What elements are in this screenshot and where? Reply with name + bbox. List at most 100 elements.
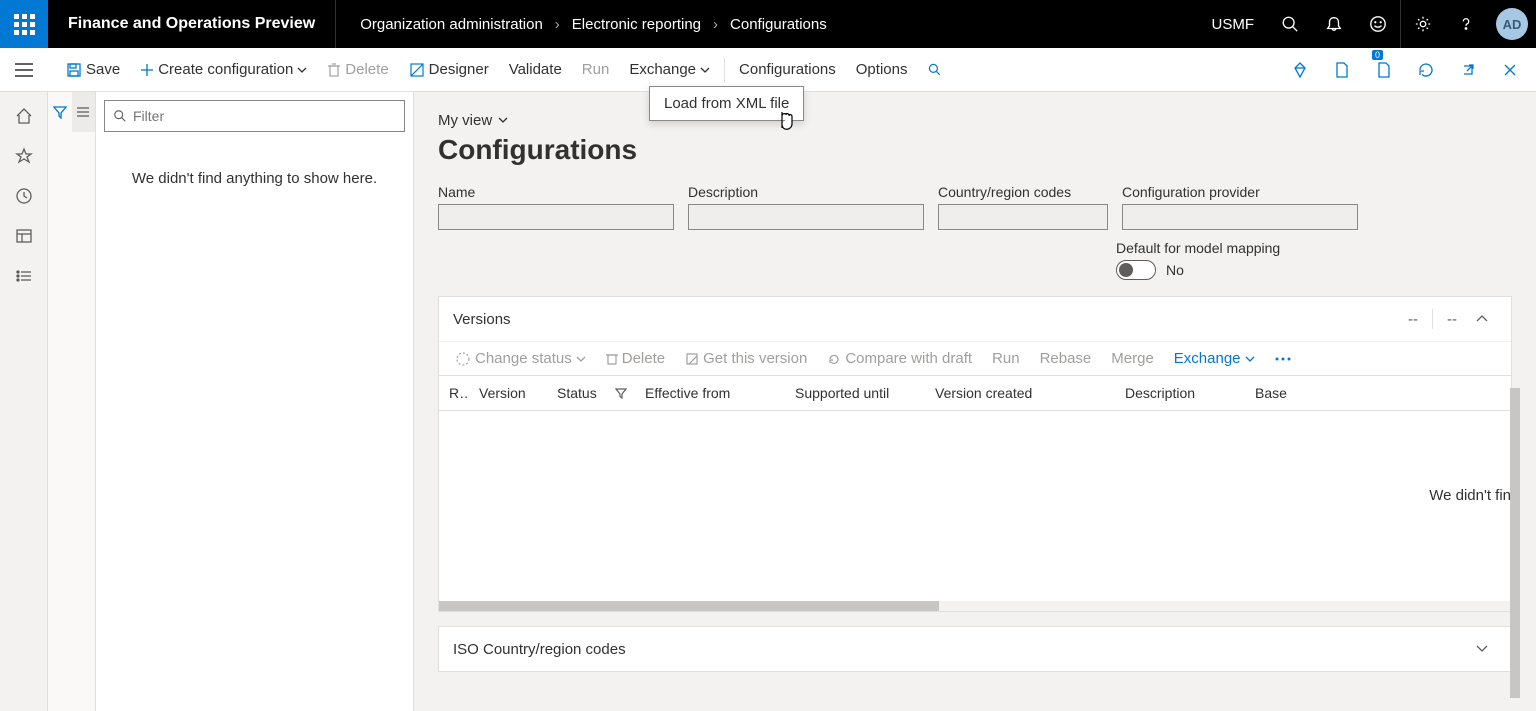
designer-button[interactable]: Designer [399,48,499,91]
label-country: Country/region codes [938,184,1108,200]
search-icon [113,109,127,123]
save-button[interactable]: Save [56,48,130,91]
options-button[interactable]: Options [846,48,918,91]
search-icon[interactable] [1268,0,1312,48]
validate-button-label: Validate [509,61,562,78]
filter-list-button[interactable] [72,92,96,132]
save-button-label: Save [86,61,120,78]
panel-action-2[interactable]: -- [1437,311,1467,328]
get-version-button[interactable]: Get this version [677,346,815,371]
help-icon[interactable] [1444,0,1488,48]
col-version[interactable]: Version [469,385,547,401]
workspace-icon[interactable] [0,216,48,256]
collapse-icon[interactable] [1467,315,1497,323]
more-icon[interactable] [1267,353,1299,365]
popout-icon[interactable] [1450,48,1486,92]
merge-button[interactable]: Merge [1103,346,1162,371]
grid-header: R... Version Status Effective from Suppo… [439,375,1511,411]
col-status[interactable]: Status [547,385,607,401]
filter-icon[interactable] [607,387,635,399]
col-supported[interactable]: Supported until [785,385,925,401]
horizontal-scrollbar[interactable] [439,601,1511,611]
bell-icon[interactable] [1312,0,1356,48]
toolbar-search-icon[interactable] [917,48,953,91]
hamburger-button[interactable] [0,48,48,92]
breadcrumb-item-configs[interactable]: Configurations [730,16,827,33]
col-base[interactable]: Base [1245,385,1325,401]
version-delete-label: Delete [622,350,665,367]
load-xml-menu-item[interactable]: Load from XML file [660,93,793,114]
clock-icon[interactable] [0,176,48,216]
configurations-button[interactable]: Configurations [729,48,846,91]
delete-button[interactable]: Delete [317,48,398,91]
smiley-icon[interactable] [1356,0,1400,48]
rebase-button[interactable]: Rebase [1032,346,1100,371]
diamond-icon[interactable] [1282,48,1318,92]
versions-title: Versions [453,311,1398,328]
breadcrumb: Organization administration › Electronic… [336,16,1197,33]
compare-button[interactable]: Compare with draft [819,346,980,371]
nav-rail [0,92,48,711]
filter-input[interactable] [133,108,396,124]
gear-icon[interactable] [1400,0,1444,48]
col-effective[interactable]: Effective from [635,385,785,401]
expand-icon[interactable] [1467,645,1497,653]
version-run-button[interactable]: Run [984,346,1028,371]
close-icon[interactable] [1492,48,1528,92]
chevron-right-icon: › [705,16,726,33]
breadcrumb-item-orgadmin[interactable]: Organization administration [360,16,543,33]
home-icon[interactable] [0,96,48,136]
version-delete-button[interactable]: Delete [598,346,673,371]
vertical-scrollbar[interactable] [1510,388,1520,711]
compare-label: Compare with draft [845,350,972,367]
filter-funnel-button[interactable] [48,92,72,132]
refresh-icon[interactable] [1408,48,1444,92]
filter-bar [48,92,96,711]
filter-input-wrapper [104,100,405,132]
description-field[interactable] [688,204,924,230]
waffle-icon [14,14,35,35]
star-icon[interactable] [0,136,48,176]
col-r[interactable]: R... [439,385,469,401]
toggle-value: No [1166,262,1184,278]
page-title: Configurations [438,134,1512,166]
app-title: Finance and Operations Preview [48,0,336,48]
create-config-label: Create configuration [158,61,293,78]
exchange-button[interactable]: Exchange [619,48,720,91]
validate-button[interactable]: Validate [499,48,572,91]
exchange-button-label: Exchange [629,61,696,78]
avatar[interactable]: AD [1496,8,1528,40]
designer-button-label: Designer [429,61,489,78]
chevron-down-icon [498,117,508,123]
company-code[interactable]: USMF [1198,16,1269,33]
versions-panel: Versions -- -- Change status Delete [438,296,1512,612]
view-selector[interactable]: My view [438,112,492,129]
run-button[interactable]: Run [572,48,620,91]
country-field[interactable] [938,204,1108,230]
top-right-controls: USMF AD [1198,0,1536,48]
name-field[interactable] [438,204,674,230]
col-created[interactable]: Version created [925,385,1115,401]
breadcrumb-item-er[interactable]: Electronic reporting [572,16,701,33]
label-description: Description [688,184,924,200]
default-mapping-toggle[interactable] [1116,260,1156,280]
chevron-down-icon [700,67,710,73]
separator [724,58,725,82]
create-config-button[interactable]: Create configuration [130,48,317,91]
change-status-button[interactable]: Change status [447,346,594,371]
exchange-popup: Load from XML file [649,86,804,121]
label-name: Name [438,184,674,200]
list-empty-message: We didn't find anything to show here. [96,140,413,217]
provider-field[interactable] [1122,204,1358,230]
attach-icon[interactable]: 0 [1366,48,1402,92]
list-pane: We didn't find anything to show here. [96,92,414,711]
version-exchange-button[interactable]: Exchange [1166,346,1263,371]
document-icon[interactable] [1324,48,1360,92]
grid-body: We didn't fin [439,411,1511,601]
modules-icon[interactable] [0,256,48,296]
top-bar: Finance and Operations Preview Organizat… [0,0,1536,48]
label-default-mapping: Default for model mapping [1116,240,1512,256]
app-launcher-button[interactable] [0,0,48,48]
panel-action-1[interactable]: -- [1398,311,1428,328]
col-description[interactable]: Description [1115,385,1245,401]
